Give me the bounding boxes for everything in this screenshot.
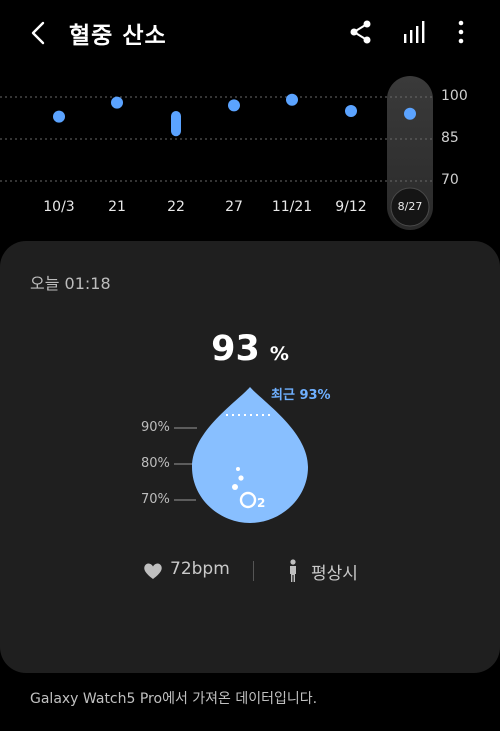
divider <box>253 561 254 581</box>
x-tick-label[interactable]: 27 <box>206 199 262 215</box>
measurement-conditions: 72bpm 평상시 <box>0 559 500 584</box>
heart-rate: 72bpm <box>170 559 230 579</box>
activity-state: 평상시 <box>311 564 358 584</box>
x-tick-label[interactable]: 22 <box>148 199 204 215</box>
source-note: Galaxy Watch5 Pro에서 가져온 데이터입니다. <box>30 691 318 707</box>
data-point[interactable] <box>228 99 240 112</box>
x-tick-label[interactable]: 21 <box>89 199 145 215</box>
o2-subscript: 2 <box>257 496 266 510</box>
level-90: 90% <box>141 420 170 435</box>
x-tick-label[interactable]: 10/3 <box>31 199 87 215</box>
oxygen-drop-illustration <box>174 387 308 523</box>
y-tick-label: 85 <box>441 130 459 146</box>
chart-gridlines <box>0 96 432 182</box>
level-70: 70% <box>141 492 170 507</box>
y-tick-label: 70 <box>441 172 459 188</box>
drop-icon <box>192 387 308 523</box>
oxygen-detail-card: 오늘 01:18 93% 최근 93% 2 90% 80% 70% 72bpm … <box>0 241 500 673</box>
level-80: 80% <box>141 456 170 471</box>
x-tick-label[interactable]: 11/21 <box>264 199 320 215</box>
x-tick-label[interactable]: 9/12 <box>323 199 379 215</box>
data-point[interactable] <box>286 93 298 106</box>
data-point[interactable] <box>53 110 65 123</box>
heart-icon <box>144 563 162 579</box>
data-point[interactable] <box>345 105 357 117</box>
data-point[interactable] <box>404 107 416 120</box>
x-tick-label-selected[interactable]: 8/27 <box>382 200 438 213</box>
y-tick-label: 100 <box>441 88 468 104</box>
person-icon <box>290 559 296 582</box>
data-point[interactable] <box>111 96 123 109</box>
data-range-bar[interactable] <box>171 111 181 137</box>
